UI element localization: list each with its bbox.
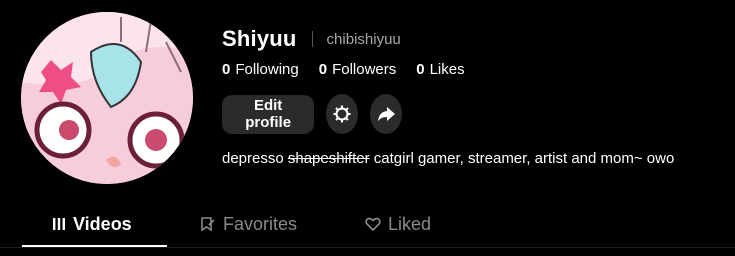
stat-value: 0 — [416, 61, 425, 78]
profile-actions: Edit profile — [222, 94, 402, 134]
stat-label: Likes — [429, 61, 465, 78]
tabs-divider — [0, 247, 735, 248]
username: chibishiyuu — [326, 30, 401, 48]
stat-likes: 0 Likes — [416, 61, 464, 78]
tab-label: Videos — [73, 213, 132, 234]
bookmark-icon — [200, 216, 216, 232]
tab-label: Favorites — [223, 213, 298, 234]
share-button[interactable] — [370, 94, 402, 134]
profile-stats: 0 Following 0 Followers 0 Likes — [222, 61, 485, 78]
tab-favorites[interactable]: Favorites — [200, 201, 297, 247]
edit-profile-button[interactable]: Edit profile — [222, 94, 315, 134]
avatar[interactable] — [21, 12, 193, 184]
stat-value: 0 — [318, 61, 328, 78]
grid-icon — [52, 217, 66, 231]
tab-videos[interactable]: Videos — [52, 201, 132, 247]
share-arrow-icon — [377, 107, 395, 121]
tab-label: Liked — [388, 213, 432, 234]
settings-button[interactable] — [326, 94, 359, 134]
bio-text: depresso — [222, 150, 288, 167]
gear-icon — [333, 105, 351, 123]
stat-label: Following — [235, 61, 299, 78]
profile-bio: depresso shapeshifter catgirl gamer, str… — [222, 150, 674, 167]
stat-label: Followers — [332, 61, 397, 78]
heart-icon — [365, 216, 381, 232]
avatar-image — [21, 12, 193, 184]
bio-strikethrough: shapeshifter — [287, 150, 370, 167]
display-name: Shiyuu — [222, 26, 297, 51]
stat-value: 0 — [222, 61, 231, 78]
name-row: Shiyuu chibishiyuu — [222, 26, 401, 52]
bio-text: catgirl gamer, streamer, artist and mom~… — [369, 150, 675, 167]
profile-tabs: Videos Favorites Liked — [0, 201, 735, 256]
stat-following[interactable]: 0 Following — [222, 61, 299, 78]
divider — [311, 31, 313, 47]
tab-liked[interactable]: Liked — [365, 201, 431, 247]
stat-followers[interactable]: 0 Followers — [319, 61, 397, 78]
